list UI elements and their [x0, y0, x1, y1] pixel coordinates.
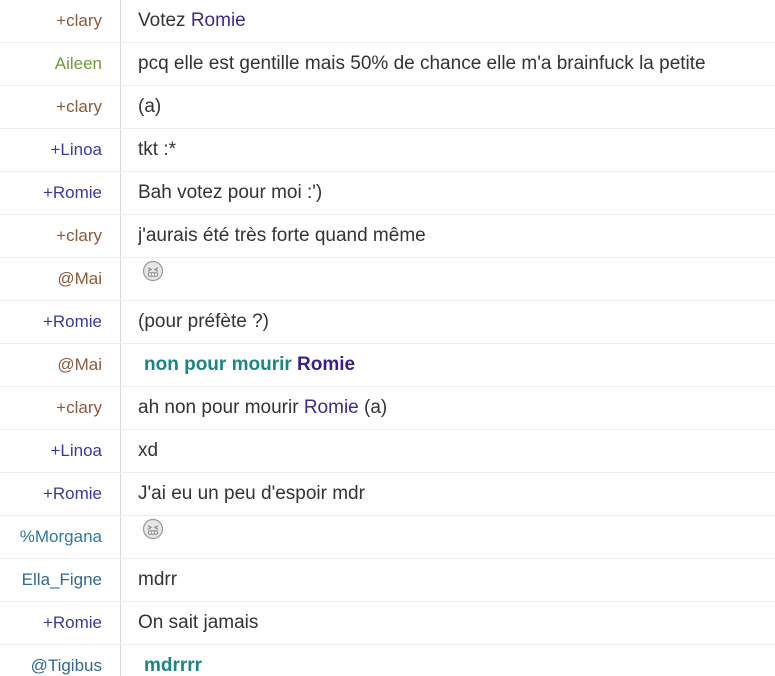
nick-label[interactable]: @Mai — [0, 258, 121, 300]
chat-row: +Linoa xd — [0, 430, 775, 473]
mention-link[interactable]: Romie — [297, 354, 355, 375]
message-text — [138, 258, 775, 300]
chat-log: +clary Votez Romie Aileen pcq elle est gent… — [0, 0, 775, 676]
nick-label[interactable]: +Romie — [0, 602, 121, 644]
chat-row: +Romie On sait jamais — [0, 602, 775, 645]
message-text: pcq elle est gentille mais 50% de chance… — [138, 53, 706, 74]
nick-label[interactable]: +clary — [0, 387, 121, 429]
nick-label[interactable]: +Linoa — [0, 430, 121, 472]
mention-link[interactable]: Romie — [191, 10, 246, 31]
mention-link[interactable]: Romie — [304, 397, 359, 418]
message-part: Votez — [138, 10, 191, 31]
nick-label[interactable]: @Tigibus — [0, 645, 121, 676]
message-part: non pour mourir — [144, 354, 298, 375]
chat-row: +clary ah non pour mourir Romie (a) — [0, 387, 775, 430]
grimace-emoji-icon — [142, 516, 164, 555]
chat-row: Ella_Figne mdrr — [0, 559, 775, 602]
message-text: mdrr — [138, 569, 178, 590]
nick-label[interactable]: +clary — [0, 86, 121, 128]
nick-label[interactable]: +Romie — [0, 301, 121, 343]
nick-label[interactable]: +clary — [0, 215, 121, 257]
chat-row: @Mai non pour mourir Romie — [0, 344, 775, 387]
chat-row: +Linoa tkt :* — [0, 129, 775, 172]
message-part: mdrrrr — [144, 655, 203, 676]
chat-row: Aileen pcq elle est gentille mais 50% de … — [0, 43, 775, 86]
message-text — [138, 516, 775, 558]
message-text: ah non pour mourir Romie (a) — [138, 387, 775, 429]
chat-row: @Mai — [0, 258, 775, 301]
nick-label[interactable]: +Linoa — [0, 129, 121, 171]
nick-label[interactable]: +clary — [0, 0, 121, 42]
nick-label[interactable]: Ella_Figne — [0, 559, 121, 601]
chat-row: +clary Votez Romie — [0, 0, 775, 43]
nick-label[interactable]: %Morgana — [0, 516, 121, 558]
chat-row: +clary (a) — [0, 86, 775, 129]
chat-row: +Romie J'ai eu un peu d'espoir mdr — [0, 473, 775, 516]
chat-row: +Romie Bah votez pour moi :') — [0, 172, 775, 215]
grimace-emoji-icon — [142, 258, 164, 297]
message-text: Votez Romie — [138, 0, 775, 42]
nick-label[interactable]: +Romie — [0, 172, 121, 214]
chat-row: %Morgana — [0, 516, 775, 559]
message-text: non pour mourir Romie — [138, 344, 775, 386]
message-text: xd — [138, 440, 159, 461]
chat-row: @Tigibus mdrrrr — [0, 645, 775, 676]
message-part: ah non pour mourir — [138, 397, 304, 418]
message-text: mdrrrr — [138, 645, 775, 676]
message-text: tkt :* — [138, 139, 177, 160]
nick-label[interactable]: Aileen — [0, 43, 121, 85]
message-text: Bah votez pour moi :') — [138, 182, 323, 203]
nick-label[interactable]: +Romie — [0, 473, 121, 515]
chat-row: +clary j'aurais été très forte quand même — [0, 215, 775, 258]
nick-label[interactable]: @Mai — [0, 344, 121, 386]
message-part: (a) — [358, 397, 388, 418]
message-text: J'ai eu un peu d'espoir mdr — [138, 483, 365, 504]
chat-row: +Romie (pour préfète ?) — [0, 301, 775, 344]
message-text: (a) — [138, 96, 162, 117]
message-text: j'aurais été très forte quand même — [138, 225, 426, 246]
message-text: On sait jamais — [138, 612, 259, 633]
message-text: (pour préfète ?) — [138, 311, 269, 332]
